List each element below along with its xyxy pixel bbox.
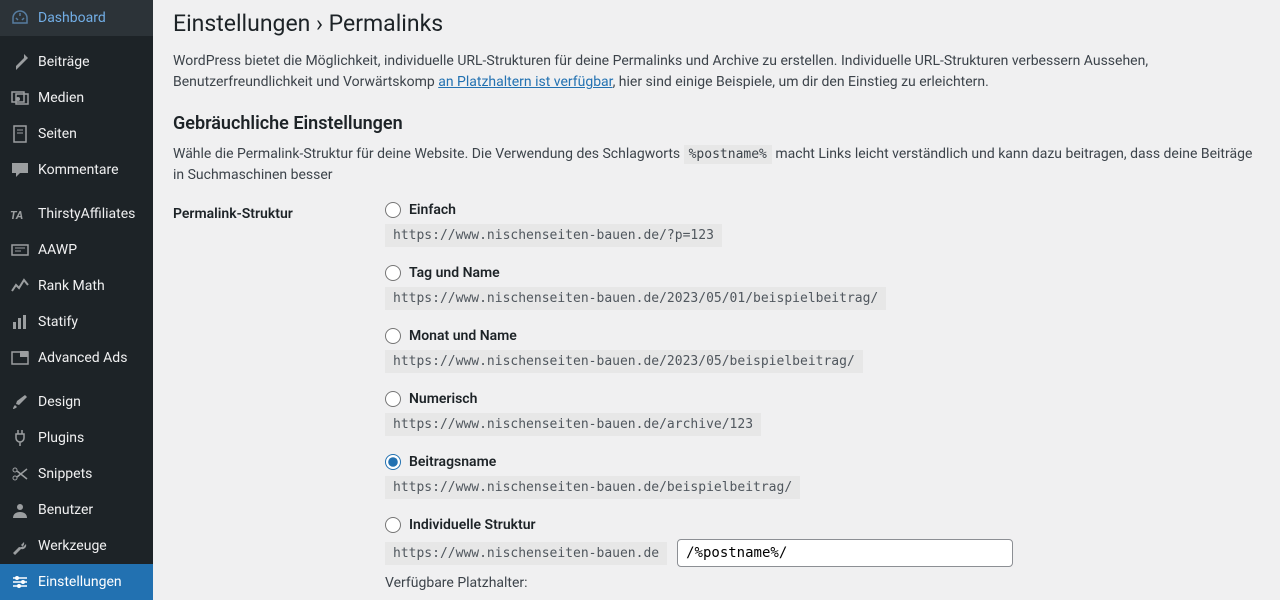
permalink-option-3[interactable]: Numerisch	[385, 391, 1260, 407]
sidebar-item-label: Plugins	[38, 430, 84, 446]
common-settings-heading: Gebräuchliche Einstellungen	[173, 113, 1260, 134]
permalink-option-5[interactable]: Individuelle Struktur	[385, 517, 1260, 533]
sidebar-item-label: Statify	[38, 314, 78, 330]
postname-tag: %postname%	[684, 145, 772, 164]
page-title: Einstellungen › Permalinks	[173, 10, 1260, 37]
sidebar-item-thirstyaffiliates[interactable]: TA ThirstyAffiliates	[0, 196, 153, 232]
user-icon	[10, 500, 30, 520]
ta-icon: TA	[10, 204, 30, 224]
permalink-radio-0[interactable]	[385, 202, 401, 218]
svg-text:TA: TA	[10, 209, 23, 222]
permalink-radio-4[interactable]	[385, 454, 401, 470]
scissors-icon	[10, 464, 30, 484]
sidebar-item-label: Beiträge	[38, 54, 90, 70]
sidebar-item-label: Seiten	[38, 126, 77, 142]
permalink-option-label: Numerisch	[409, 391, 477, 407]
sidebar-item-label: Rank Math	[38, 278, 105, 294]
sidebar-item-einstellungen[interactable]: Einstellungen	[0, 564, 153, 600]
sidebar-item-label: Werkzeuge	[38, 538, 107, 554]
sidebar-item-label: Kommentare	[38, 162, 119, 178]
permalink-option-label: Einfach	[409, 202, 456, 218]
sidebar-item-werkzeuge[interactable]: Werkzeuge	[0, 528, 153, 564]
permalink-option-label: Individuelle Struktur	[409, 517, 536, 533]
permalink-sample-url: https://www.nischenseiten-bauen.de/beisp…	[385, 476, 800, 499]
permalink-option-0[interactable]: Einfach	[385, 202, 1260, 218]
sidebar-item-label: Design	[38, 394, 81, 410]
permalink-option-label: Monat und Name	[409, 328, 517, 344]
permalink-radio-3[interactable]	[385, 391, 401, 407]
admin-sidebar: Dashboard Beiträge Medien Seiten Kommentare T…	[0, 0, 153, 600]
custom-permalink-input[interactable]	[677, 539, 1013, 567]
sidebar-item-kommentare[interactable]: Kommentare	[0, 152, 153, 188]
sidebar-item-label: Benutzer	[38, 502, 93, 518]
available-placeholders-label: Verfügbare Platzhalter:	[385, 575, 1260, 591]
sidebar-item-label: Snippets	[38, 466, 92, 482]
structure-label: Permalink-Struktur	[173, 202, 385, 222]
sidebar-item-statify[interactable]: Statify	[0, 304, 153, 340]
sidebar-item-seiten[interactable]: Seiten	[0, 116, 153, 152]
placeholder-docs-link[interactable]: an Platzhaltern ist verfügbar	[438, 74, 612, 90]
permalink-radio-1[interactable]	[385, 265, 401, 281]
aawp-icon	[10, 240, 30, 260]
sidebar-item-medien[interactable]: Medien	[0, 80, 153, 116]
sidebar-item-label: Advanced Ads	[38, 350, 127, 366]
sidebar-item-label: Dashboard	[38, 10, 106, 26]
permalink-sample-url: https://www.nischenseiten-bauen.de/?p=12…	[385, 224, 722, 247]
wrench-icon	[10, 536, 30, 556]
permalink-radio-2[interactable]	[385, 328, 401, 344]
settings-icon	[10, 572, 30, 592]
sidebar-item-dashboard[interactable]: Dashboard	[0, 0, 153, 36]
permalink-option-label: Tag und Name	[409, 265, 500, 281]
permalink-sample-url: https://www.nischenseiten-bauen.de/archi…	[385, 413, 761, 436]
sidebar-item-design[interactable]: Design	[0, 384, 153, 420]
sidebar-item-benutzer[interactable]: Benutzer	[0, 492, 153, 528]
content-area: Einstellungen › Permalinks WordPress bie…	[153, 0, 1280, 600]
brush-icon	[10, 392, 30, 412]
permalink-option-4[interactable]: Beitragsname	[385, 454, 1260, 470]
custom-url-prefix: https://www.nischenseiten-bauen.de	[385, 542, 667, 565]
permalink-option-2[interactable]: Monat und Name	[385, 328, 1260, 344]
sidebar-item-plugins[interactable]: Plugins	[0, 420, 153, 456]
page-icon	[10, 124, 30, 144]
permalink-sample-url: https://www.nischenseiten-bauen.de/2023/…	[385, 287, 886, 310]
permalink-sample-url: https://www.nischenseiten-bauen.de/2023/…	[385, 350, 863, 373]
sidebar-item-rank-math[interactable]: Rank Math	[0, 268, 153, 304]
sidebar-item-snippets[interactable]: Snippets	[0, 456, 153, 492]
pin-icon	[10, 52, 30, 72]
comment-icon	[10, 160, 30, 180]
stats-icon	[10, 312, 30, 332]
permalink-option-1[interactable]: Tag und Name	[385, 265, 1260, 281]
intro-text: WordPress bietet die Möglichkeit, indivi…	[173, 51, 1260, 93]
permalink-radio-5[interactable]	[385, 517, 401, 533]
permalink-option-label: Beitragsname	[409, 454, 496, 470]
dashboard-icon	[10, 8, 30, 28]
sidebar-item-label: Einstellungen	[38, 574, 122, 590]
sidebar-item-label: Medien	[38, 90, 84, 106]
media-icon	[10, 88, 30, 108]
sidebar-item-label: AAWP	[38, 242, 77, 258]
rankmath-icon	[10, 276, 30, 296]
sidebar-item-aawp[interactable]: AAWP	[0, 232, 153, 268]
sidebar-item-beiträge[interactable]: Beiträge	[0, 44, 153, 80]
plug-icon	[10, 428, 30, 448]
common-settings-desc: Wähle die Permalink-Struktur für deine W…	[173, 144, 1260, 186]
ads-icon	[10, 348, 30, 368]
sidebar-item-label: ThirstyAffiliates	[38, 206, 135, 222]
sidebar-item-advanced-ads[interactable]: Advanced Ads	[0, 340, 153, 376]
